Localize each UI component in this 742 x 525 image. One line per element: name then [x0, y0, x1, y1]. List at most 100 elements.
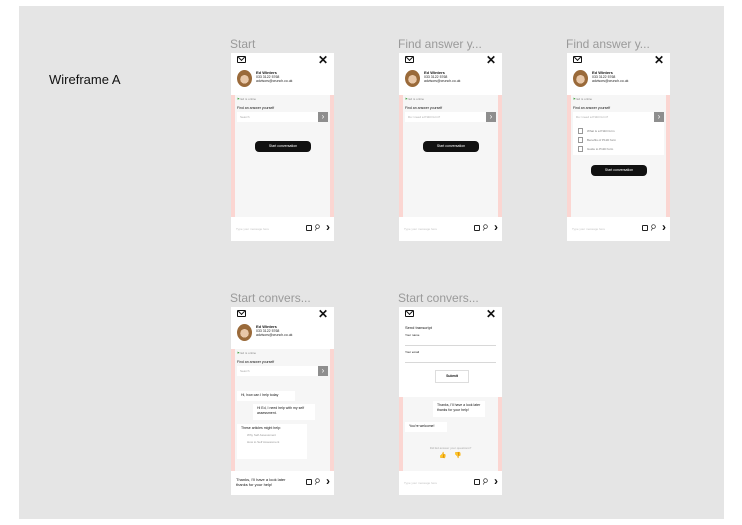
frame-send-transcript[interactable]: ✕ Send transcript Your name Your email S…: [399, 307, 502, 495]
header-bar: ✕: [399, 53, 502, 67]
chevron-right-icon[interactable]: ›: [318, 112, 328, 122]
mail-icon[interactable]: [405, 56, 414, 63]
frame-start[interactable]: ✕ Ed Winters 033 3122 5768 advisors@crun…: [231, 53, 334, 241]
mail-icon[interactable]: [573, 56, 582, 63]
paperclip-icon[interactable]: ⚲: [480, 222, 490, 233]
online-status: ⚑ Ed is online: [573, 97, 593, 101]
message-input[interactable]: Type your message here: [236, 227, 269, 231]
online-status-text: Ed is online: [408, 97, 425, 101]
mail-icon[interactable]: [237, 56, 246, 63]
search-input[interactable]: Search ›: [237, 366, 328, 376]
attachment-icon[interactable]: [474, 225, 480, 231]
online-status-text: Ed is online: [240, 351, 257, 355]
thumbs-up-icon[interactable]: 👍: [439, 452, 446, 459]
frame-title: Start: [230, 37, 256, 51]
name-field[interactable]: [405, 345, 496, 346]
frame-title: Find answer y...: [566, 37, 650, 51]
message-input[interactable]: Thanks, I'll have a look later thanks fo…: [236, 477, 291, 487]
search-input[interactable]: Search ›: [237, 112, 328, 122]
send-icon[interactable]: ›: [494, 474, 498, 488]
send-icon[interactable]: ›: [494, 220, 498, 234]
contact-email: advisors@crunch.co.uk: [592, 79, 629, 83]
frame-find-answer-typed[interactable]: ✕ Ed Winters 033 3122 5768 advisors@crun…: [399, 53, 502, 241]
suggestion-item[interactable]: Guide to P11D form: [578, 146, 613, 152]
attachment-icon[interactable]: [474, 479, 480, 485]
email-label: Your email: [405, 350, 420, 354]
composer[interactable]: Type your message here ⚲ ›: [399, 217, 502, 241]
contact-card: Ed Winters 033 3122 5768 advisors@crunch…: [231, 321, 334, 349]
transcript-title: Send transcript: [405, 325, 432, 330]
composer[interactable]: Type your message here ⚲ ›: [399, 471, 502, 495]
find-answer-label: Find an answer yourself: [573, 106, 611, 110]
message-input[interactable]: Type your message here: [572, 227, 605, 231]
message-input[interactable]: Type your message here: [404, 227, 437, 231]
articles-intro: These articles might help:: [241, 426, 281, 430]
search-placeholder: Search: [240, 369, 250, 373]
composer[interactable]: Thanks, I'll have a look later thanks fo…: [231, 471, 334, 495]
header-bar: ✕: [231, 307, 334, 321]
send-icon[interactable]: ›: [326, 474, 330, 488]
start-conversation-button[interactable]: Start conversation: [423, 141, 479, 152]
close-icon[interactable]: ✕: [318, 53, 328, 67]
user-message: Thanks, I'll have a look later thanks fo…: [433, 401, 485, 417]
submit-button[interactable]: Submit: [435, 370, 469, 383]
frame-start-conversation[interactable]: ✕ Ed Winters 033 3122 5768 advisors@crun…: [231, 307, 334, 495]
search-value: Do I need a P11D form?: [408, 115, 441, 119]
contact-email: advisors@crunch.co.uk: [256, 79, 293, 83]
contact-email: advisors@crunch.co.uk: [424, 79, 461, 83]
attachment-icon[interactable]: [306, 479, 312, 485]
mail-icon[interactable]: [405, 310, 414, 317]
start-conversation-button[interactable]: Start conversation: [591, 165, 647, 176]
search-placeholder: Search: [240, 115, 250, 119]
online-status-text: Ed is online: [576, 97, 593, 101]
find-answer-label: Find an answer yourself: [237, 106, 275, 110]
contact-email: advisors@crunch.co.uk: [256, 333, 293, 337]
attachment-icon[interactable]: [642, 225, 648, 231]
contact-card: Ed Winters 033 3122 5768 advisors@crunch…: [399, 67, 502, 95]
attachment-icon[interactable]: [306, 225, 312, 231]
frame-title: Start convers...: [230, 291, 311, 305]
header-bar: ✕: [231, 53, 334, 67]
paperclip-icon[interactable]: ⚲: [480, 476, 490, 487]
frame-find-answer-suggestions[interactable]: ✕ Ed Winters 033 3122 5768 advisors@crun…: [567, 53, 670, 241]
mail-icon[interactable]: [237, 310, 246, 317]
page-label: Wireframe A: [49, 72, 121, 87]
suggestion-item[interactable]: What is a P11D form: [578, 128, 614, 134]
paperclip-icon[interactable]: ⚲: [312, 476, 322, 487]
paperclip-icon[interactable]: ⚲: [312, 222, 322, 233]
message-input[interactable]: Type your message here: [404, 481, 437, 485]
chevron-right-icon[interactable]: ›: [318, 366, 328, 376]
chevron-right-icon[interactable]: ›: [654, 112, 664, 122]
article-link[interactable]: Why Self Assessment: [247, 433, 303, 438]
user-message: Hi Ed, I need help with my self assessme…: [253, 404, 315, 420]
online-status: ⚑ Ed is online: [237, 351, 257, 355]
avatar: [237, 324, 252, 341]
online-status: ⚑ Ed is online: [405, 97, 425, 101]
name-label: Your name: [405, 333, 420, 337]
suggestions-list: What is a P11D form Benefits of P11D for…: [573, 122, 664, 155]
chevron-right-icon[interactable]: ›: [486, 112, 496, 122]
thumbs-down-icon[interactable]: 👎: [454, 452, 461, 459]
close-icon[interactable]: ✕: [654, 53, 664, 67]
agent-message: You're welcome!: [405, 422, 447, 432]
article-link[interactable]: How to Self Assessment: [247, 440, 303, 445]
paperclip-icon[interactable]: ⚲: [648, 222, 658, 233]
composer[interactable]: Type your message here ⚲ ›: [567, 217, 670, 241]
suggestion-item[interactable]: Benefits of P11D form: [578, 137, 616, 143]
search-input[interactable]: Do I need a P11D form? ›: [573, 112, 664, 122]
email-field[interactable]: [405, 362, 496, 363]
online-status: ⚑ Ed is online: [237, 97, 257, 101]
header-bar: ✕: [399, 307, 502, 321]
send-icon[interactable]: ›: [326, 220, 330, 234]
send-icon[interactable]: ›: [662, 220, 666, 234]
find-answer-label: Find an answer yourself: [405, 106, 443, 110]
close-icon[interactable]: ✕: [318, 307, 328, 321]
search-value: Do I need a P11D form?: [576, 115, 609, 119]
close-icon[interactable]: ✕: [486, 307, 496, 321]
frame-title: Start convers...: [398, 291, 479, 305]
search-input[interactable]: Do I need a P11D form? ›: [405, 112, 496, 122]
start-conversation-button[interactable]: Start conversation: [255, 141, 311, 152]
online-status-text: Ed is online: [240, 97, 257, 101]
close-icon[interactable]: ✕: [486, 53, 496, 67]
composer[interactable]: Type your message here ⚲ ›: [231, 217, 334, 241]
